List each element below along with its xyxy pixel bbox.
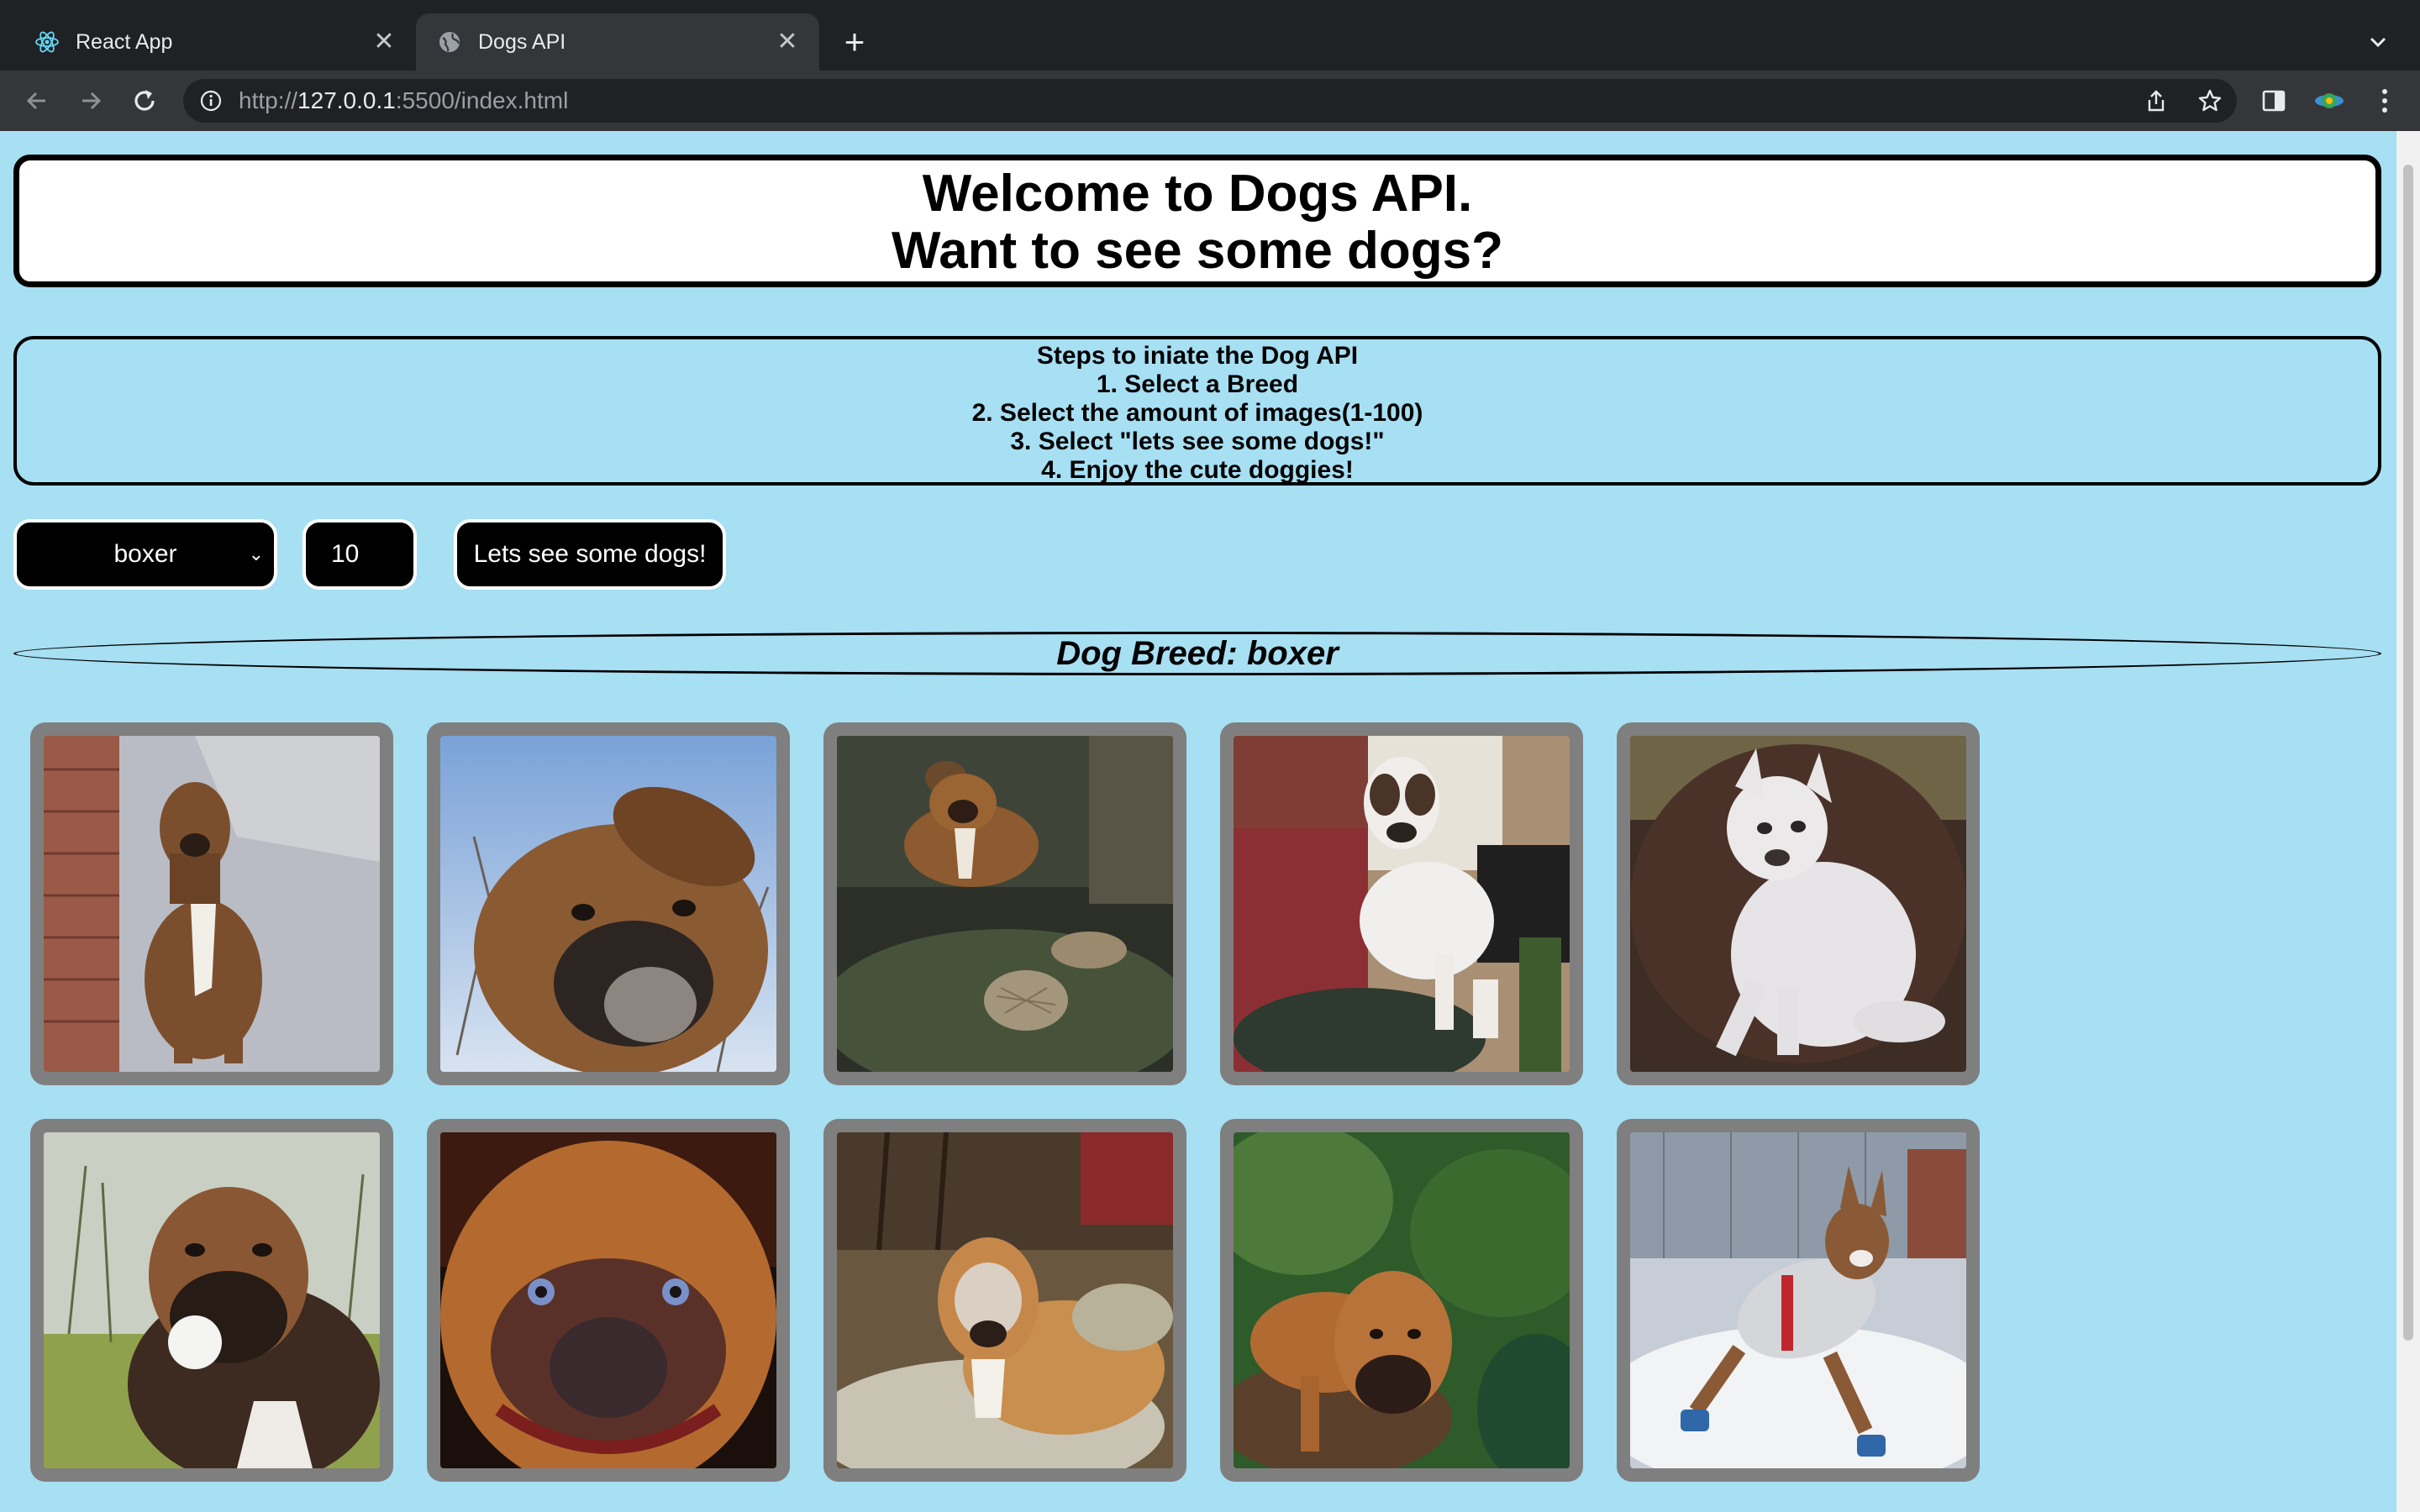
dog-photo	[44, 736, 380, 1072]
welcome-line-1: Welcome to Dogs API.	[922, 165, 1473, 223]
welcome-banner: Welcome to Dogs API. Want to see some do…	[13, 155, 2381, 287]
steps-title: Steps to iniate the Dog API	[1036, 342, 1359, 370]
dog-image-card	[1220, 1119, 1583, 1482]
dog-image-card	[427, 722, 790, 1085]
tab-title: Dogs API	[478, 29, 566, 54]
dog-image-card	[1220, 722, 1583, 1085]
share-icon[interactable]	[2143, 87, 2170, 114]
back-icon[interactable]	[18, 82, 55, 119]
steps-box: Steps to iniate the Dog API 1. Select a …	[13, 336, 2381, 486]
step-item: 1. Select a Breed	[1096, 370, 1299, 398]
breed-heading: Dog Breed: boxer	[13, 632, 2381, 675]
chevron-down-icon: ⌄	[248, 543, 264, 564]
dog-photo	[1234, 736, 1570, 1072]
chevron-down-icon[interactable]	[2361, 25, 2395, 59]
dog-photo	[1630, 736, 1966, 1072]
new-tab-icon[interactable]: +	[836, 24, 873, 60]
dog-photo	[440, 1132, 776, 1468]
reload-icon[interactable]	[126, 82, 163, 119]
tab-title: React App	[76, 29, 173, 54]
page-scrollbar[interactable]	[2396, 131, 2420, 1512]
browser-toolbar: http://127.0.0.1:5500/index.html	[0, 71, 2420, 131]
scrollbar-thumb[interactable]	[2403, 165, 2413, 1341]
globe-icon	[436, 29, 463, 55]
dog-photo	[837, 1132, 1173, 1468]
side-panel-icon[interactable]	[2257, 84, 2291, 118]
dog-image-card	[1617, 1119, 1980, 1482]
breed-select[interactable]: boxer ⌄	[13, 519, 277, 590]
welcome-line-2: Want to see some dogs?	[891, 222, 1503, 280]
breed-select-value: boxer	[113, 540, 177, 568]
step-item: 4. Enjoy the cute doggies!	[1041, 456, 1354, 484]
tab-react-app[interactable]: React App ✕	[0, 13, 416, 71]
react-icon	[34, 29, 60, 55]
url-text: http://127.0.0.1:5500/index.html	[239, 87, 569, 113]
dog-photo	[44, 1132, 380, 1468]
close-tab-icon[interactable]: ✕	[371, 29, 397, 55]
image-count-input[interactable]: 10	[302, 519, 417, 590]
dog-photo	[1630, 1132, 1966, 1468]
kebab-menu-icon[interactable]	[2368, 84, 2402, 118]
dog-image-card	[30, 722, 393, 1085]
dog-image-card	[823, 722, 1186, 1085]
address-bar[interactable]: http://127.0.0.1:5500/index.html	[183, 79, 2237, 123]
bookmark-star-icon[interactable]	[2196, 87, 2223, 114]
info-icon[interactable]	[198, 88, 224, 113]
close-tab-icon[interactable]: ✕	[774, 29, 801, 55]
dog-image-card	[427, 1119, 790, 1482]
dog-image-card	[30, 1119, 393, 1482]
forward-icon[interactable]	[72, 82, 109, 119]
dog-photo	[440, 736, 776, 1072]
page-viewport: Welcome to Dogs API. Want to see some do…	[0, 131, 2396, 1512]
see-dogs-button[interactable]: Lets see some dogs!	[454, 519, 726, 590]
dog-photo	[837, 736, 1173, 1072]
browser-tab-bar: React App ✕ Dogs API ✕ +	[0, 0, 2420, 71]
tab-dogs-api[interactable]: Dogs API ✕	[416, 13, 819, 71]
dog-image-card	[1617, 722, 1980, 1085]
dog-photo	[1234, 1132, 1570, 1468]
step-item: 2. Select the amount of images(1-100)	[971, 399, 1423, 427]
dog-image-card	[823, 1119, 1186, 1482]
step-item: 3. Select "lets see some dogs!"	[1010, 428, 1385, 455]
extension-icon[interactable]	[2312, 84, 2346, 118]
